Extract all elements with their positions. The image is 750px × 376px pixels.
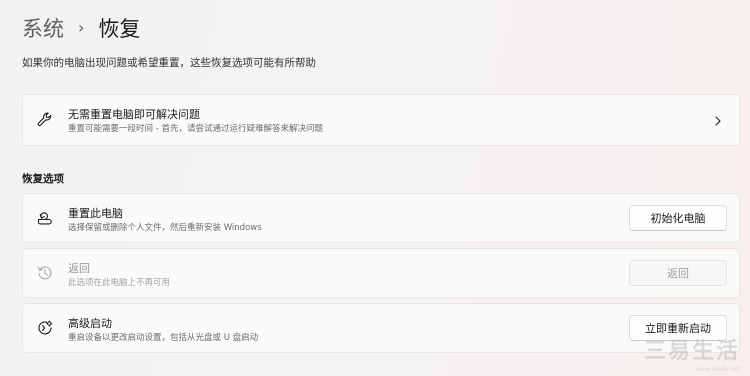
advanced-startup-subtitle: 重启设备以更改启动设置，包括从光盘或 U 盘启动 <box>68 333 259 343</box>
advanced-startup-icon <box>35 318 55 338</box>
breadcrumb-separator-icon: › <box>78 18 85 37</box>
advanced-startup-title: 高级启动 <box>68 317 112 330</box>
section-title-recovery-options: 恢复选项 <box>22 173 64 185</box>
troubleshoot-subtitle: 重置可能需要一段时间 - 首先，请尝试通过运行疑难解答来解决问题 <box>68 124 323 134</box>
watermark-logo: 三易生活 www.3elife.net <box>644 338 746 374</box>
recovery-option-advanced-startup: 高级启动 重启设备以更改启动设置，包括从光盘或 U 盘启动 立即重新启动 <box>22 303 740 353</box>
reset-pc-icon <box>35 208 55 228</box>
recovery-option-reset-pc: 重置此电脑 选择保留或删除个人文件，然后重新安装 Windows 初始化电脑 <box>22 193 740 243</box>
go-back-subtitle: 此选项在此电脑上不再可用 <box>68 278 171 288</box>
go-back-button[interactable]: 返回 <box>629 260 727 286</box>
breadcrumb-system[interactable]: 系统 <box>22 14 64 44</box>
breadcrumb: 系统 › 恢复 <box>22 14 140 44</box>
page-title: 恢复 <box>98 17 141 41</box>
troubleshoot-title: 无需重置电脑即可解决问题 <box>68 108 200 121</box>
go-back-title: 返回 <box>68 262 90 275</box>
troubleshoot-card[interactable]: 无需重置电脑即可解决问题 重置可能需要一段时间 - 首先，请尝试通过运行疑难解答… <box>22 94 740 146</box>
page-description: 如果你的电脑出现问题或希望重置，这些恢复选项可能有所帮助 <box>22 57 316 69</box>
watermark-url: www.3elife.net <box>695 366 740 373</box>
reset-pc-title: 重置此电脑 <box>68 207 123 220</box>
wrench-icon <box>35 110 55 130</box>
reset-pc-subtitle: 选择保留或删除个人文件，然后重新安装 Windows <box>68 223 262 233</box>
chevron-right-icon <box>711 113 725 127</box>
reset-pc-button[interactable]: 初始化电脑 <box>629 205 727 231</box>
watermark-text: 三易生活 <box>643 338 740 364</box>
recovery-option-go-back: 返回 此选项在此电脑上不再可用 返回 <box>22 248 740 298</box>
history-icon <box>35 263 55 283</box>
